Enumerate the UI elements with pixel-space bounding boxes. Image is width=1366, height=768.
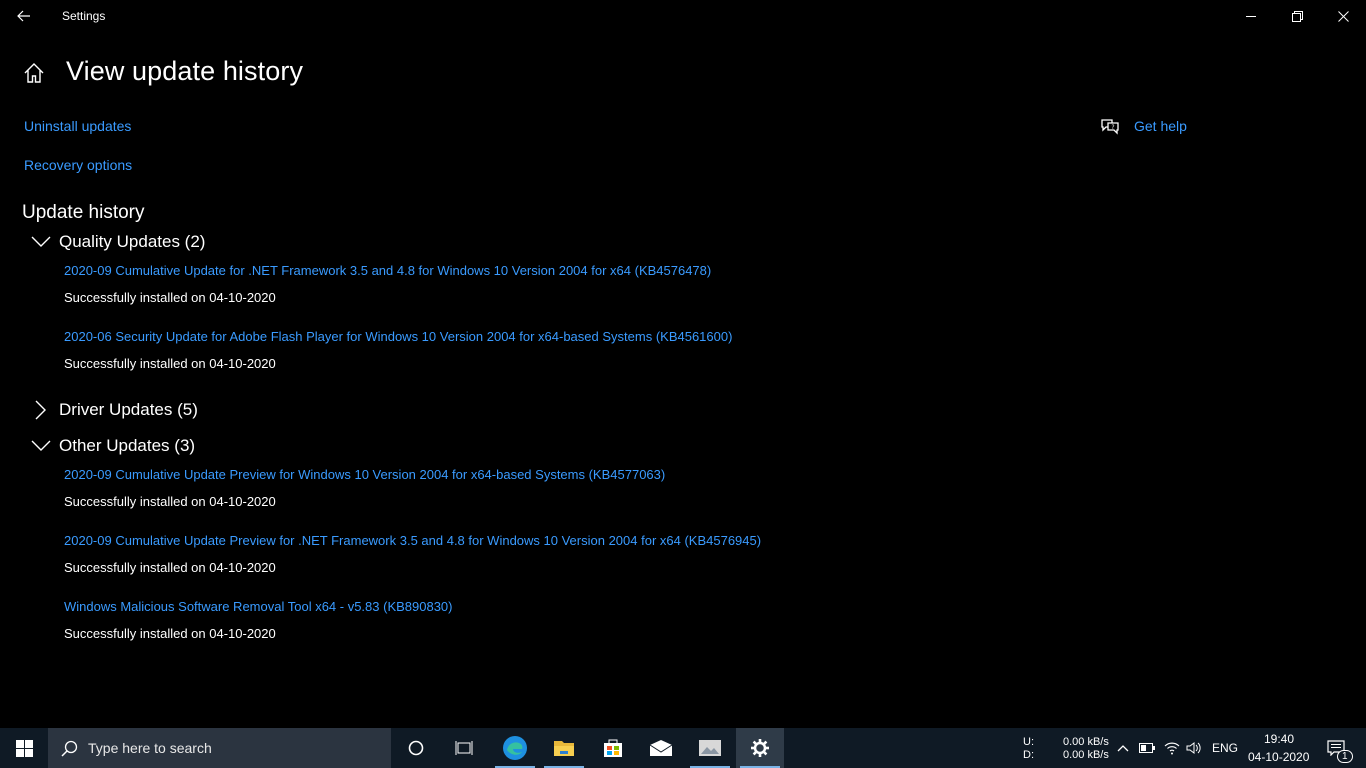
update-link[interactable]: 2020-06 Security Update for Adobe Flash … [64,329,732,344]
minimize-button[interactable] [1228,0,1274,32]
net-upload-speed: 0.00 kB/s [1063,736,1109,748]
photos-button[interactable] [686,728,734,768]
uninstall-updates-link[interactable]: Uninstall updates [24,118,131,134]
store-icon [604,739,622,757]
svg-text:?: ? [1111,124,1114,131]
cortana-icon [408,740,424,756]
clock-time[interactable]: 19:40 [1264,732,1294,746]
help-chat-icon: ? [1100,117,1120,135]
restore-button[interactable] [1274,0,1320,32]
volume-button[interactable] [1185,740,1203,756]
group-label: Quality Updates (2) [59,232,206,251]
file-explorer-button[interactable] [540,728,588,768]
update-status: Successfully installed on 04-10-2020 [64,356,276,371]
group-other-updates[interactable]: Other Updates (3) [30,434,195,458]
chevron-up-icon [1117,745,1129,752]
task-view-button[interactable] [440,728,488,768]
wifi-icon [1164,742,1180,755]
update-status: Successfully installed on 04-10-2020 [64,290,276,305]
start-icon [15,739,33,757]
close-button[interactable] [1320,0,1366,32]
photos-icon [699,740,721,756]
start-button[interactable] [0,728,48,768]
update-link[interactable]: 2020-09 Cumulative Update Preview for .N… [64,533,761,548]
edge-icon [503,736,527,760]
search-box[interactable]: Type here to search [48,728,391,768]
recovery-options-link[interactable]: Recovery options [24,157,132,173]
title-bar: Settings [0,0,1366,32]
update-status: Successfully installed on 04-10-2020 [64,494,276,509]
file-explorer-icon [554,741,574,756]
get-help-link[interactable]: Get help [1134,118,1187,134]
network-button[interactable] [1163,740,1181,756]
speaker-icon [1186,742,1201,754]
settings-icon [751,739,769,757]
back-arrow-icon [17,10,30,22]
home-icon [24,63,44,83]
group-driver-updates[interactable]: Driver Updates (5) [30,398,198,422]
net-download-speed: 0.00 kB/s [1063,749,1109,761]
window-title: Settings [62,9,106,23]
search-icon [61,740,78,757]
group-label: Driver Updates (5) [59,400,198,419]
store-button[interactable] [589,728,637,768]
update-link[interactable]: 2020-09 Cumulative Update for .NET Frame… [64,263,711,278]
mail-button[interactable] [637,728,685,768]
notification-badge: 1 [1337,750,1353,763]
chevron-down-icon [30,231,52,253]
home-button[interactable] [23,62,45,84]
update-history-heading: Update history [22,202,145,223]
battery-icon [1139,743,1155,753]
battery-button[interactable] [1138,740,1156,756]
edge-button[interactable] [491,728,539,768]
clock-date[interactable]: 04-10-2020 [1248,750,1309,764]
chevron-right-icon [30,399,52,421]
restore-icon [1291,10,1303,22]
taskbar: Type here to search U: D: 0.00 kB/s 0.00… [0,728,1366,768]
cortana-button[interactable] [392,728,440,768]
chevron-down-icon [30,435,52,457]
settings-button[interactable] [736,728,784,768]
update-link[interactable]: Windows Malicious Software Removal Tool … [64,599,453,614]
minimize-icon [1246,16,1256,17]
task-view-icon [455,741,473,755]
group-label: Other Updates (3) [59,436,196,455]
group-quality-updates[interactable]: Quality Updates (2) [30,230,205,254]
update-status: Successfully installed on 04-10-2020 [64,560,276,575]
close-icon [1337,10,1349,22]
net-upload-label: U: [1023,736,1034,748]
show-hidden-icons-button[interactable] [1114,740,1132,756]
mail-icon [649,740,673,756]
search-placeholder: Type here to search [88,740,212,756]
update-status: Successfully installed on 04-10-2020 [64,626,276,641]
update-link[interactable]: 2020-09 Cumulative Update Preview for Wi… [64,467,665,482]
back-button[interactable] [12,6,36,26]
net-download-label: D: [1023,749,1034,761]
language-indicator[interactable]: ENG [1212,741,1238,755]
page-title: View update history [66,56,304,86]
